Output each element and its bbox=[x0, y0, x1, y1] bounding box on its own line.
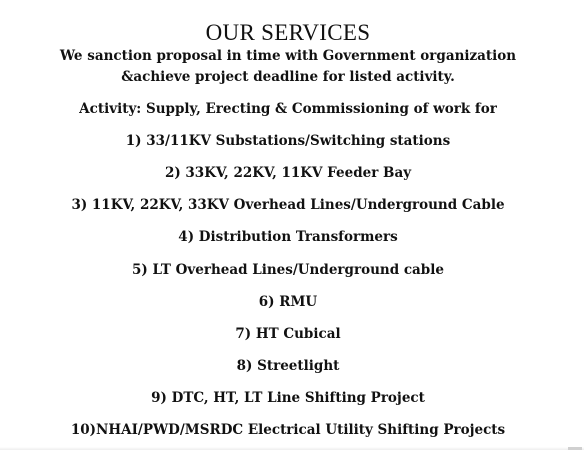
service-item-3: 3) 11KV, 22KV, 33KV Overhead Lines/Under… bbox=[71, 197, 505, 213]
intro-line-1: We sanction proposal in time with Govern… bbox=[59, 48, 517, 64]
service-item-5: 5) LT Overhead Lines/Underground cable bbox=[132, 262, 444, 278]
service-item-7: 7) HT Cubical bbox=[235, 326, 341, 342]
page-title: OUR SERVICES bbox=[205, 20, 371, 46]
service-item-9: 9) DTC, HT, LT Line Shifting Project bbox=[151, 390, 425, 406]
service-item-2: 2) 33KV, 22KV, 11KV Feeder Bay bbox=[164, 165, 412, 181]
service-item-1: 1) 33/11KV Substations/Switching station… bbox=[125, 133, 451, 149]
document-page: OUR SERVICES We sanction proposal in tim… bbox=[0, 0, 576, 450]
service-item-8: 8) Streetlight bbox=[236, 358, 340, 374]
service-item-6: 6) RMU bbox=[258, 294, 318, 310]
service-item-10: 10)NHAI/PWD/MSRDC Electrical Utility Shi… bbox=[70, 422, 506, 438]
service-item-4: 4) Distribution Transformers bbox=[178, 229, 398, 245]
scrollbar-track[interactable] bbox=[578, 0, 584, 450]
activity-heading: Activity: Supply, Erecting & Commissioni… bbox=[79, 101, 497, 117]
intro-line-2: &achieve project deadline for listed act… bbox=[121, 69, 455, 85]
